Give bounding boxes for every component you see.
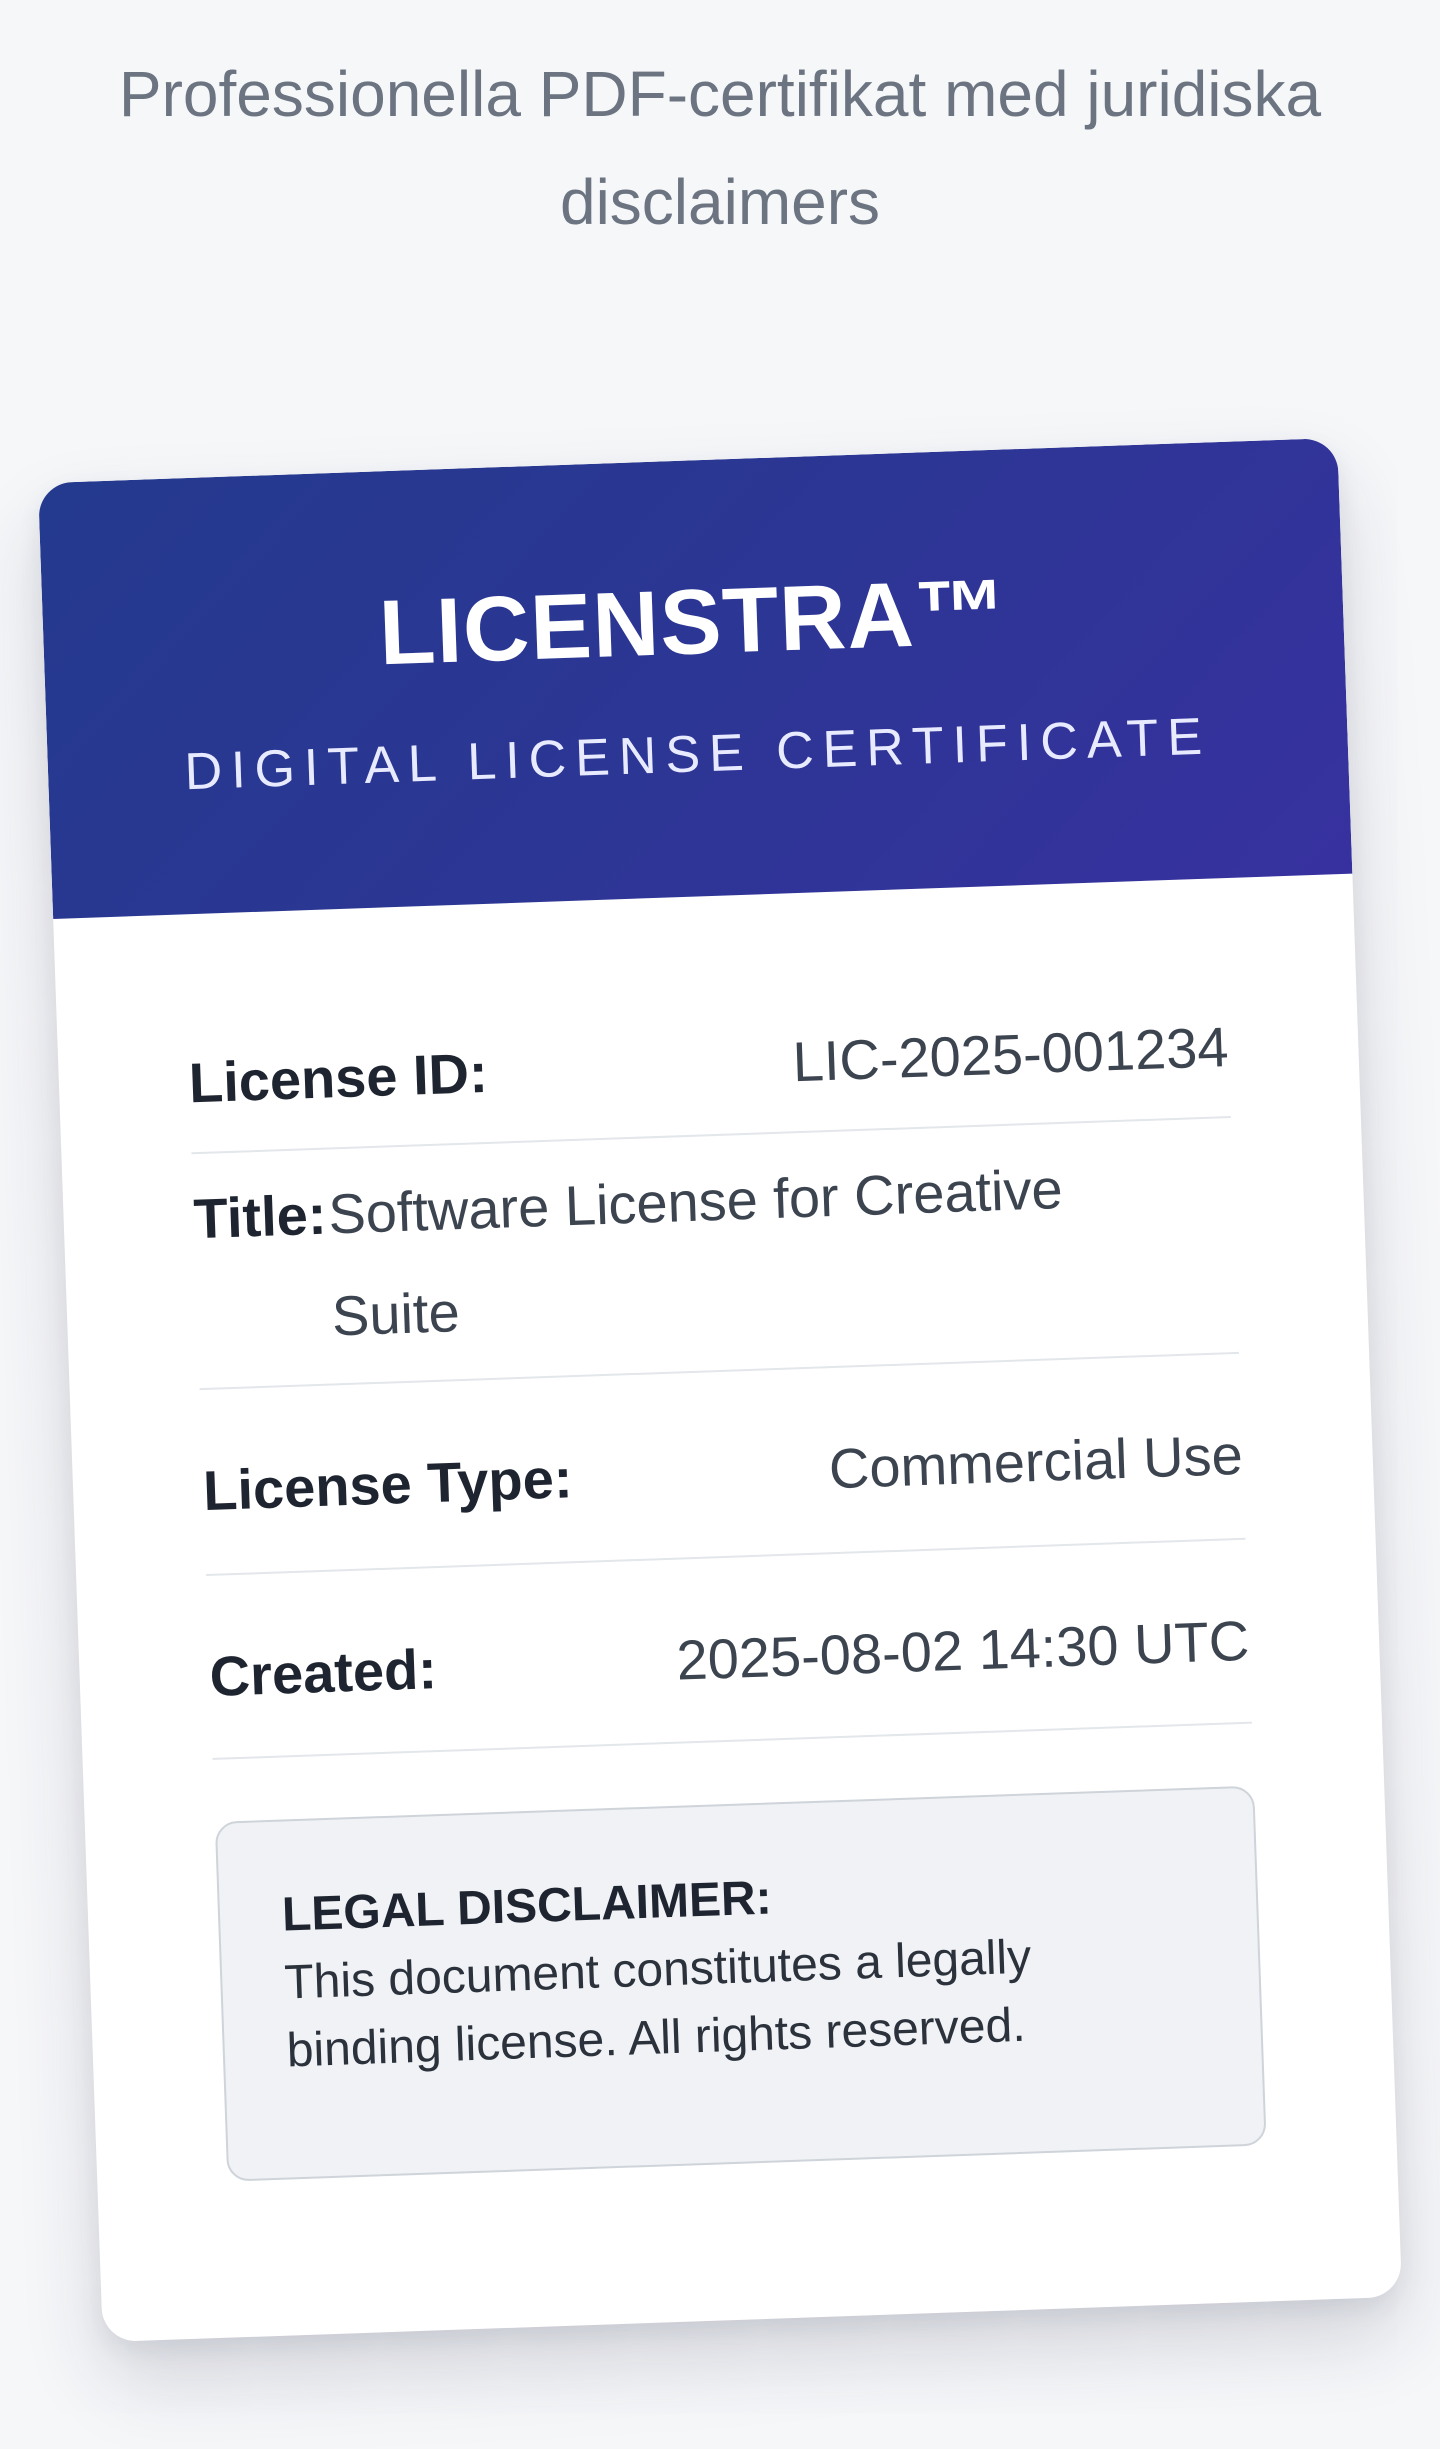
certificate-card: LICENSTRA™ DIGITAL LICENSE CERTIFICATE L… xyxy=(37,437,1403,2343)
disclaimer-text: This document constitutes a legally bind… xyxy=(283,1930,1032,2078)
field-label: Created: xyxy=(208,1637,438,1708)
certificate-preview: LICENSTRA™ DIGITAL LICENSE CERTIFICATE L… xyxy=(37,437,1403,2343)
page: Professionella PDF-certifikat med juridi… xyxy=(0,0,1440,2449)
field-label: License Type: xyxy=(202,1446,574,1523)
certificate-tagline: DIGITAL LICENSE CERTIFICATE xyxy=(183,707,1213,802)
brand-logo-text: LICENSTRA™ xyxy=(377,560,1010,685)
field-row-title: Title: Software License for Creative Sui… xyxy=(191,1118,1240,1391)
certificate-header: LICENSTRA™ DIGITAL LICENSE CERTIFICATE xyxy=(37,437,1353,919)
legal-disclaimer-box: LEGAL DISCLAIMER: This document constitu… xyxy=(214,1785,1267,2182)
page-subtitle: Professionella PDF-certifikat med juridi… xyxy=(118,58,1322,238)
field-row-license-type: License Type: Commercial Use xyxy=(199,1353,1246,1577)
field-row-created: Created: 2025-08-02 14:30 UTC xyxy=(206,1539,1252,1760)
field-value: 2025-08-02 14:30 UTC xyxy=(675,1608,1251,1692)
field-label: Title: xyxy=(192,1182,328,1251)
certificate-body: License ID: LIC-2025-001234 Title: Softw… xyxy=(53,874,1396,2187)
field-value: LIC-2025-001234 xyxy=(791,1015,1230,1094)
field-value: Software License for Creative Suite xyxy=(327,1156,1064,1348)
field-label: License ID: xyxy=(187,1040,489,1115)
field-value: Commercial Use xyxy=(827,1422,1244,1501)
